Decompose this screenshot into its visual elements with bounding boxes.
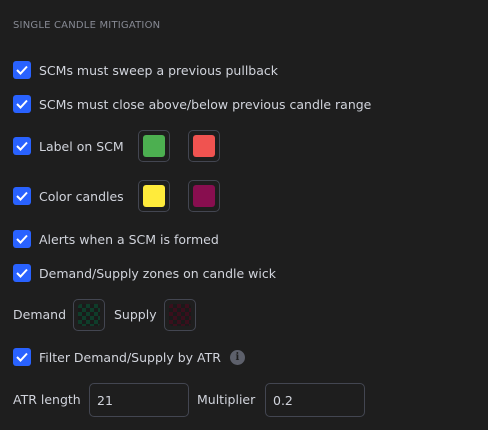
color-fill [193, 135, 215, 157]
color-candles-row: Color candles [13, 184, 124, 208]
demand-color-swatch[interactable] [73, 299, 105, 331]
checkmark-icon [16, 65, 28, 75]
atr-length-label: ATR length [13, 392, 81, 407]
color-candles-checkbox[interactable] [13, 187, 31, 205]
filter-atr-row[interactable]: Filter Demand/Supply by ATR i [13, 345, 245, 369]
supply-label: Supply [114, 307, 157, 322]
checkmark-icon [16, 99, 28, 109]
color-fill [193, 185, 215, 207]
multiplier-input[interactable] [265, 383, 365, 417]
atr-length-input[interactable] [89, 383, 189, 417]
sweep-label: SCMs must sweep a previous pullback [39, 62, 279, 78]
filter-atr-label: Filter Demand/Supply by ATR [39, 349, 221, 365]
label-on-scm-row: Label on SCM [13, 134, 124, 158]
zones-on-wick-checkbox[interactable] [13, 264, 31, 282]
color-fill [143, 185, 165, 207]
zones-on-wick-row[interactable]: Demand/Supply zones on candle wick [13, 261, 276, 285]
checkmark-icon [16, 268, 28, 278]
multiplier-label: Multiplier [197, 392, 256, 407]
close-range-checkbox[interactable] [13, 95, 31, 113]
label-bull-color-swatch[interactable] [138, 130, 170, 162]
alerts-option-row[interactable]: Alerts when a SCM is formed [13, 227, 219, 251]
alerts-label: Alerts when a SCM is formed [39, 231, 219, 247]
alerts-checkbox[interactable] [13, 230, 31, 248]
filter-atr-checkbox[interactable] [13, 348, 31, 366]
label-bear-color-swatch[interactable] [188, 130, 220, 162]
color-fill [143, 135, 165, 157]
demand-label: Demand [13, 307, 67, 322]
checkmark-icon [16, 141, 28, 151]
label-on-scm-label: Label on SCM [39, 138, 124, 154]
label-on-scm-checkbox[interactable] [13, 137, 31, 155]
color-fill [169, 304, 191, 326]
sweep-checkbox[interactable] [13, 61, 31, 79]
close-range-label: SCMs must close above/below previous can… [39, 96, 372, 112]
info-icon[interactable]: i [229, 349, 245, 365]
close-range-option-row[interactable]: SCMs must close above/below previous can… [13, 92, 371, 116]
section-title: SINGLE CANDLE MITIGATION [13, 20, 161, 31]
checkmark-icon [16, 234, 28, 244]
sweep-option-row[interactable]: SCMs must sweep a previous pullback [13, 58, 278, 82]
candle-bull-color-swatch[interactable] [138, 180, 170, 212]
zones-on-wick-label: Demand/Supply zones on candle wick [39, 265, 276, 281]
checkmark-icon [16, 191, 28, 201]
candle-bear-color-swatch[interactable] [188, 180, 220, 212]
color-fill [78, 304, 100, 326]
checkmark-icon [16, 352, 28, 362]
supply-color-swatch[interactable] [164, 299, 196, 331]
color-candles-label: Color candles [39, 188, 124, 204]
